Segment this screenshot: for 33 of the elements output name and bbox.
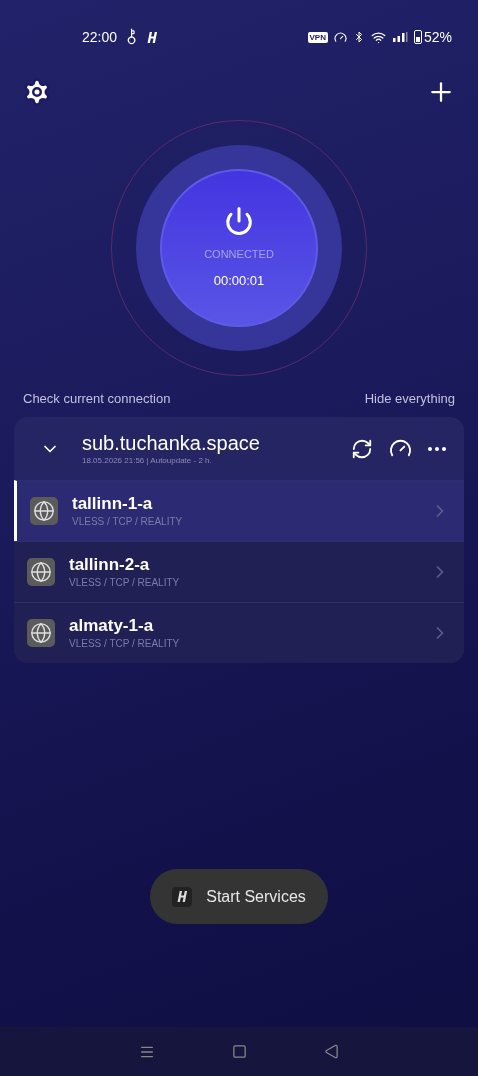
server-row[interactable]: tallinn-2-a VLESS / TCP / REALITY bbox=[14, 541, 464, 602]
more-icon bbox=[428, 446, 446, 451]
check-connection-link[interactable]: Check current connection bbox=[23, 389, 171, 409]
server-protocol: VLESS / TCP / REALITY bbox=[72, 515, 184, 529]
globe-icon bbox=[27, 619, 55, 647]
battery-icon bbox=[413, 30, 422, 44]
battery-percent: 52% bbox=[423, 27, 452, 47]
server-protocol: VLESS / TCP / REALITY bbox=[69, 637, 181, 651]
app-logo-icon bbox=[147, 30, 159, 44]
server-name: tallinn-1-a bbox=[72, 493, 154, 514]
server-protocol: VLESS / TCP / REALITY bbox=[69, 576, 181, 590]
wifi-icon bbox=[370, 29, 386, 45]
hide-everything-link[interactable]: Hide everything bbox=[364, 389, 455, 409]
subscription-name: sub.tuchanka.space bbox=[82, 430, 261, 455]
server-row[interactable]: tallinn-1-a VLESS / TCP / REALITY bbox=[14, 480, 464, 541]
home-button[interactable] bbox=[232, 1044, 247, 1059]
signal-icon bbox=[391, 32, 408, 42]
more-button[interactable] bbox=[428, 446, 446, 451]
globe-icon bbox=[30, 497, 58, 525]
server-name: tallinn-2-a bbox=[69, 554, 151, 575]
toast-text: Start Services bbox=[206, 886, 306, 907]
server-name: almaty-1-a bbox=[69, 615, 155, 636]
server-row[interactable]: almaty-1-a VLESS / TCP / REALITY bbox=[14, 602, 464, 663]
vpn-badge: VPN bbox=[307, 31, 328, 43]
power-icon bbox=[224, 205, 254, 236]
back-button[interactable] bbox=[324, 1044, 340, 1059]
speed-icon bbox=[333, 30, 347, 44]
power-button[interactable]: CONNECTED 00:00:01 bbox=[160, 169, 318, 327]
status-time: 22:00 bbox=[82, 27, 118, 47]
app-logo-icon bbox=[176, 890, 188, 903]
globe-icon bbox=[27, 558, 55, 586]
subscription-details: 18.05.2026 21:56 | Autoupdate - 2 h. bbox=[82, 454, 213, 467]
refresh-button[interactable] bbox=[351, 437, 373, 460]
